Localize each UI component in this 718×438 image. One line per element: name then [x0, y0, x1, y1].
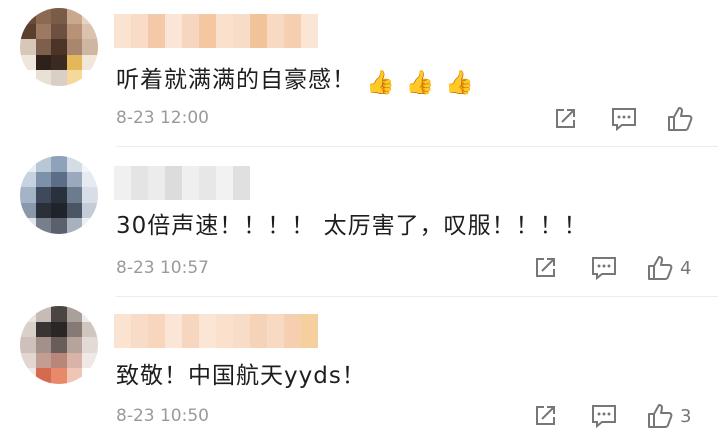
timestamp: 8-23 10:57: [116, 258, 209, 278]
comment-text: 致敬！中国航天yyds！: [116, 363, 366, 389]
thumbs-up-emoji-icon: 👍: [445, 70, 475, 96]
like-button[interactable]: 3: [646, 401, 691, 431]
comment-icon: [612, 108, 636, 132]
thumbs-up-emoji-icon: 👍: [405, 70, 436, 96]
username-blurred[interactable]: [114, 314, 318, 348]
reply-button[interactable]: [610, 104, 638, 134]
share-button[interactable]: [532, 253, 558, 283]
comment-icon: [592, 405, 616, 429]
username-blurred[interactable]: [114, 14, 318, 48]
thumbs-up-emoji-icon: 👍: [366, 70, 396, 96]
share-button[interactable]: [532, 401, 558, 431]
share-icon: [536, 258, 555, 277]
divider: [116, 146, 718, 147]
thumbs-up-icon: [668, 107, 693, 131]
comment-icon: [592, 257, 616, 281]
comment-text: 30倍声速！！！！ 太厉害了，叹服！！！！: [116, 213, 588, 239]
like-button[interactable]: 4: [646, 253, 691, 283]
avatar[interactable]: [20, 156, 98, 234]
thumbs-up-icon: [648, 256, 673, 280]
avatar[interactable]: [20, 306, 98, 384]
timestamp: 8-23 10:50: [116, 406, 209, 426]
like-count: 3: [680, 405, 692, 427]
reply-button[interactable]: [590, 253, 618, 283]
timestamp: 8-23 12:00: [116, 108, 209, 128]
thumbs-up-icon: [648, 404, 673, 428]
comment-text: 听着就满满的自豪感！ 👍 👍 👍: [116, 60, 475, 96]
share-button[interactable]: [552, 104, 578, 134]
comment-body: 听着就满满的自豪感！: [116, 67, 356, 93]
username-blurred[interactable]: [114, 166, 250, 200]
avatar[interactable]: [20, 8, 98, 86]
share-icon: [556, 109, 575, 128]
divider: [116, 296, 718, 297]
reply-button[interactable]: [590, 401, 618, 431]
like-count: 4: [680, 257, 692, 279]
share-icon: [536, 406, 555, 425]
like-button[interactable]: [666, 104, 700, 134]
